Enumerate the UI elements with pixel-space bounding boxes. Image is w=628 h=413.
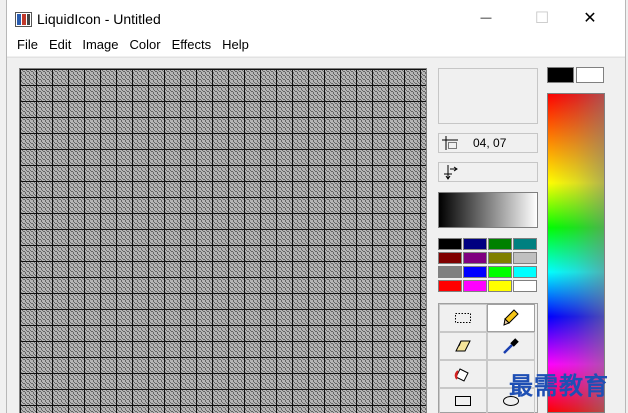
menu-bar: File Edit Image Color Effects Help [7,36,625,56]
eraser-tool-button[interactable] [439,332,487,360]
rectangle-tool-button[interactable] [439,388,487,413]
palette-swatch[interactable] [438,266,462,278]
eyedropper-icon [503,338,519,354]
paint-bucket-icon [454,368,469,382]
color-spectrum-picker[interactable] [547,93,605,413]
palette-swatch[interactable] [438,280,462,292]
menu-color[interactable]: Color [125,36,166,56]
palette-swatch[interactable] [488,238,512,250]
menu-file[interactable]: File [12,36,43,56]
watermark-logo: 最需教育 [509,372,609,400]
cursor-coordinates: 04, 07 [473,136,507,150]
select-tool-button[interactable] [439,304,487,332]
palette-swatch[interactable] [513,252,537,264]
menu-image[interactable]: Image [77,36,123,56]
grayscale-gradient[interactable] [438,192,538,228]
icon-preview [438,68,538,124]
palette-swatch[interactable] [463,238,487,250]
app-window: LiquidIcon - Untitled — ☐ ✕ File Edit Im… [6,0,626,413]
window-title: LiquidIcon - Untitled [37,11,161,27]
title-bar[interactable]: LiquidIcon - Untitled — ☐ ✕ [7,0,625,36]
palette-swatch[interactable] [463,280,487,292]
eraser-icon [455,340,471,352]
menu-edit[interactable]: Edit [44,36,76,56]
minimize-button[interactable]: — [463,0,509,36]
palette-swatch[interactable] [513,238,537,250]
close-icon: ✕ [583,10,597,27]
palette-swatch[interactable] [438,238,462,250]
foreground-color-swatch[interactable] [547,67,574,83]
menu-divider [7,57,625,58]
icon-editing-canvas[interactable] [19,68,427,413]
menu-help[interactable]: Help [217,36,254,56]
palette-swatch[interactable] [488,252,512,264]
resize-arrows-icon [444,165,458,180]
app-icon [15,12,32,27]
selection-rectangle-icon [455,313,471,323]
minimize-icon: — [480,12,492,24]
background-color-swatch[interactable] [576,67,604,83]
palette-swatch[interactable] [463,252,487,264]
rectangle-icon [455,396,471,406]
close-button[interactable]: ✕ [567,0,613,36]
menu-effects[interactable]: Effects [167,36,217,56]
maximize-icon: ☐ [534,10,550,27]
maximize-button[interactable]: ☐ [519,0,565,36]
pencil-tool-button[interactable] [487,304,535,332]
palette-swatch[interactable] [488,266,512,278]
pencil-icon [503,309,519,326]
palette-swatch[interactable] [463,266,487,278]
fill-tool-button[interactable] [439,360,487,388]
crosshair-icon [442,136,458,150]
palette-swatch[interactable] [513,266,537,278]
foreground-background-colors [547,67,605,85]
palette-swatch[interactable] [513,280,537,292]
eyedropper-tool-button[interactable] [487,332,535,360]
palette-swatch[interactable] [488,280,512,292]
cursor-position-display: 04, 07 [438,133,538,153]
selection-size-display [438,162,538,182]
color-palette [438,238,538,294]
palette-swatch[interactable] [438,252,462,264]
